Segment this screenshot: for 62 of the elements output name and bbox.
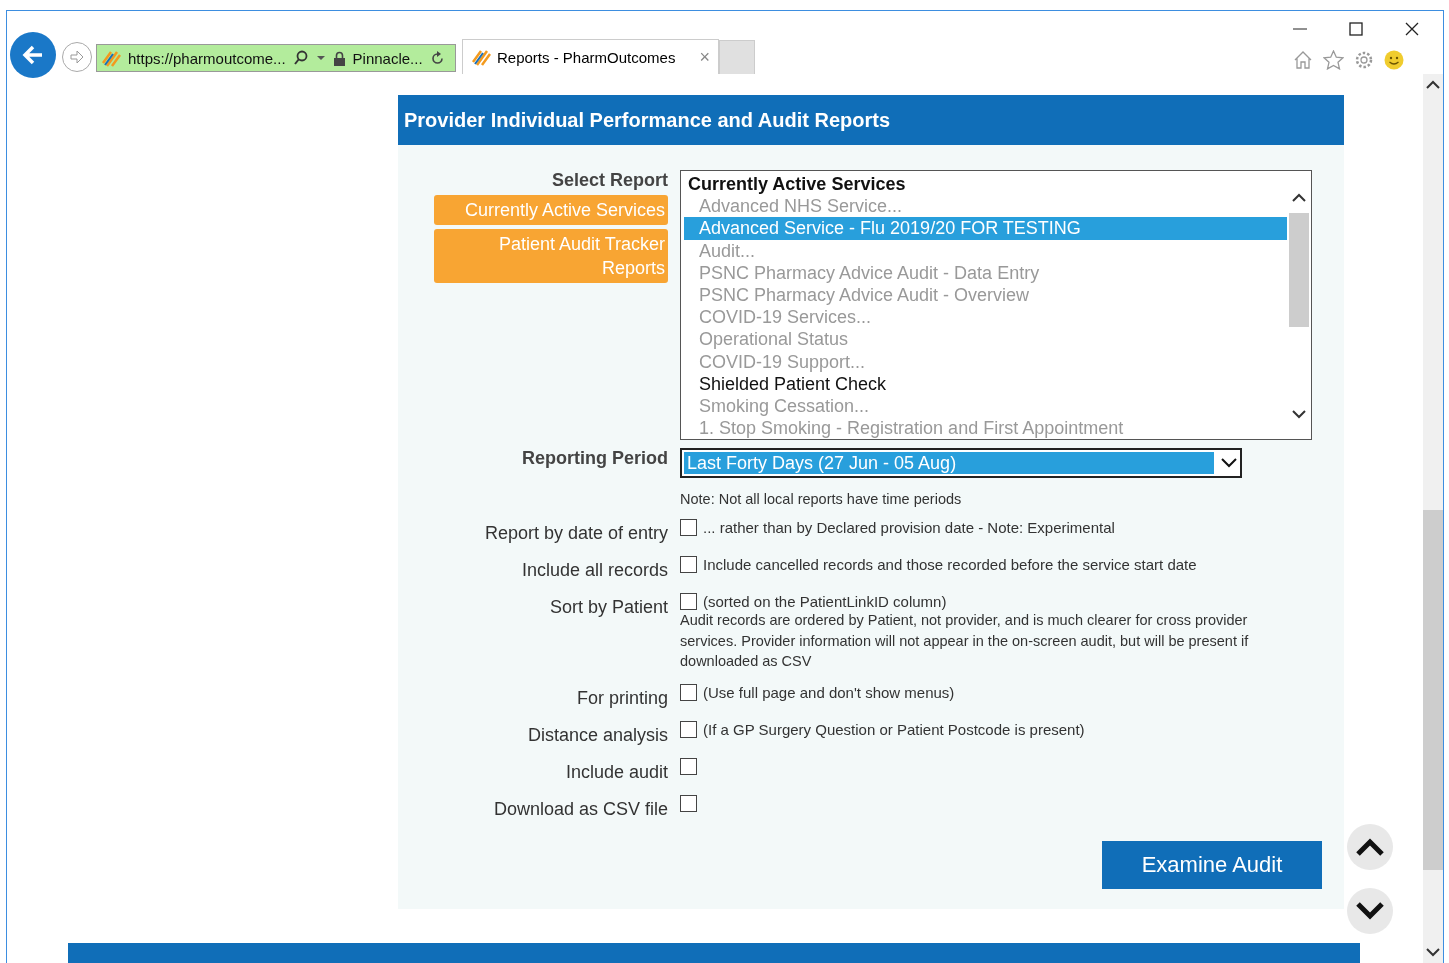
site-logo-icon — [101, 49, 121, 67]
checkbox[interactable] — [680, 593, 697, 610]
refresh-icon[interactable] — [429, 50, 445, 66]
option-note: ... rather than by Declared provision date - Note: Experimental — [703, 519, 1115, 536]
page-scrollbar[interactable] — [1423, 74, 1443, 963]
option-label: Download as CSV file — [493, 798, 668, 820]
report-listbox[interactable] — [680, 170, 1312, 440]
scroll-up-button[interactable] — [1347, 824, 1393, 870]
examine-audit-button[interactable]: Examine Audit — [1102, 841, 1322, 889]
star-icon[interactable] — [1323, 50, 1344, 70]
option-label: Include all records — [521, 560, 668, 581]
chevron-up-icon — [1355, 837, 1385, 857]
option-label: Sort by Patient — [549, 597, 668, 618]
close-icon[interactable] — [1405, 22, 1419, 36]
option-label: Distance analysis — [527, 724, 668, 746]
back-button[interactable] — [10, 32, 56, 78]
site-logo-icon — [471, 48, 491, 66]
option-note: (Use full page and don't show menus) — [703, 683, 955, 701]
option-description: Audit records are ordered by Patient, not provider, and is much clearer for cross provider services. Provider information will not appear in the on-screen audit, but will be present if downloaded as CSV — [680, 611, 1250, 671]
scroll-up-icon[interactable] — [1426, 80, 1440, 90]
panel-title: Provider Individual Performance and Audit Reports — [398, 95, 1344, 145]
chevron-down-icon — [1355, 901, 1385, 921]
scroll-down-button[interactable] — [1347, 888, 1393, 934]
checkbox[interactable] — [680, 794, 697, 812]
checkbox[interactable] — [680, 757, 697, 775]
lock-icon — [332, 50, 346, 66]
settings-icon[interactable] — [1354, 50, 1374, 70]
scroll-down-icon[interactable] — [1292, 409, 1306, 419]
site-identity[interactable]: Pinnacle... — [352, 49, 423, 67]
smiley-icon[interactable] — [1384, 50, 1404, 70]
report-option[interactable]: Advanced Service - Flu 2019/20 FOR TESTING — [684, 217, 1287, 240]
report-shortcut-button[interactable]: Patient Audit Tracker Reports — [434, 229, 668, 283]
maximize-icon[interactable] — [1349, 22, 1363, 36]
scroll-down-icon[interactable] — [1426, 947, 1440, 957]
forward-arrow-icon — [69, 49, 85, 65]
field-label: Select Report — [551, 170, 668, 191]
option-label: For printing — [576, 687, 668, 709]
tab-close-button[interactable]: × — [699, 46, 710, 68]
field-label: Reporting Period — [522, 448, 668, 469]
option-label: Include audit — [565, 761, 668, 783]
report-shortcut-button[interactable]: Currently Active Services — [434, 195, 668, 225]
address-bar[interactable]: https://pharmoutcome... Pinnacle... — [96, 44, 456, 72]
option-label: Report by date of entry — [484, 523, 668, 544]
caret-icon[interactable] — [315, 54, 326, 62]
period-dropdown[interactable]: Last Forty Days (27 Jun - 05 Aug) — [680, 448, 1242, 478]
option-note: (If a GP Surgery Question or Patient Postcode is present) — [703, 720, 1085, 738]
checkbox[interactable] — [680, 556, 697, 573]
option-note: (sorted on the PatientLinkID column) — [703, 593, 947, 610]
home-icon[interactable] — [1293, 50, 1313, 70]
chevron-down-icon — [1220, 457, 1238, 469]
scroll-up-icon[interactable] — [1292, 193, 1306, 203]
address-text: https://pharmoutcome... — [128, 49, 286, 67]
report-option[interactable]: Currently Active Services — [684, 173, 1287, 196]
report-option[interactable]: Shielded Patient Check — [684, 372, 1287, 396]
browser-tab[interactable]: Reports - PharmOutcomes × — [462, 39, 719, 74]
checkbox[interactable] — [680, 519, 697, 536]
search-icon[interactable] — [292, 50, 309, 66]
checkbox[interactable] — [680, 683, 697, 701]
tab-title: Reports - PharmOutcomes — [497, 48, 676, 66]
period-note: Note: Not all local reports have time periods — [680, 491, 963, 507]
checkbox[interactable] — [680, 720, 697, 738]
option-note: Include cancelled records and those recorded before the service start date — [703, 556, 1197, 573]
